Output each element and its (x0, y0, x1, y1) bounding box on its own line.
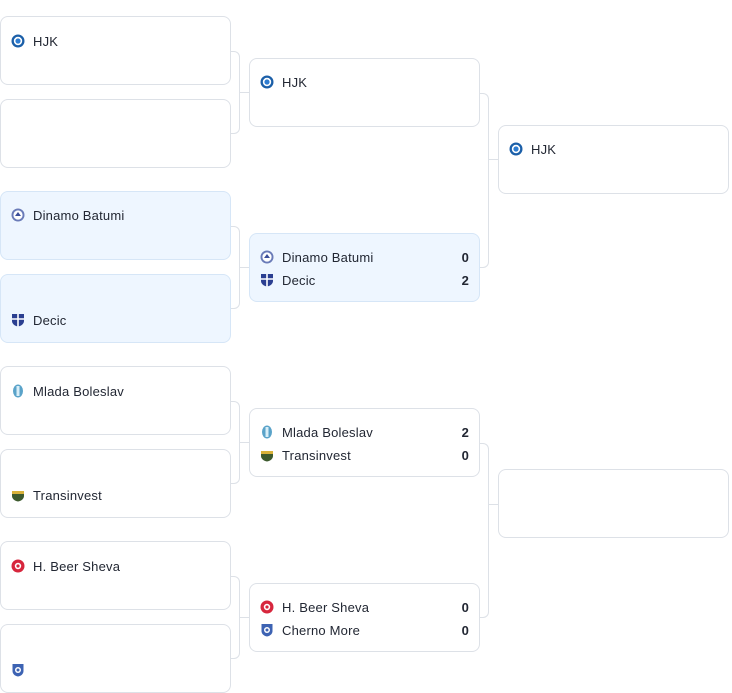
bracket-connector (240, 617, 249, 618)
round3-slot-2[interactable] (498, 469, 729, 538)
bracket-connector (489, 159, 498, 160)
round1-slot-transinvest[interactable]: Transinvest (0, 449, 231, 518)
round3-slot-1[interactable]: HJK (498, 125, 729, 194)
team-name: Dinamo Batumi (282, 249, 374, 265)
bracket-connector (231, 401, 240, 484)
team-name: Transinvest (33, 487, 102, 503)
round1-slot-decic[interactable]: Decic (0, 274, 231, 343)
round2-match-3[interactable]: Mlada Boleslav 2 Transinvest 0 (249, 408, 480, 477)
round1-slot-hjk[interactable]: HJK (0, 16, 231, 85)
team-score: 2 (461, 272, 469, 288)
team-score: 0 (461, 622, 469, 638)
team-row: Mlada Boleslav (11, 382, 220, 400)
decic-logo-icon (11, 313, 25, 327)
bracket-connector (231, 51, 240, 134)
team-score: 2 (461, 424, 469, 440)
bracket-connector (480, 93, 489, 268)
round1-slot-cherno-more[interactable] (0, 624, 231, 693)
team-row (11, 661, 220, 679)
team-score: 0 (461, 249, 469, 265)
beer-sheva-logo-icon (11, 559, 25, 573)
hjk-logo-icon (11, 34, 25, 48)
hjk-logo-icon (260, 75, 274, 89)
team-row: HJK (509, 140, 718, 158)
decic-logo-icon (260, 273, 274, 287)
round1-slot-dinamo-batumi[interactable]: Dinamo Batumi (0, 191, 231, 260)
transinvest-logo-icon (260, 448, 274, 462)
round1-slot-empty[interactable] (0, 99, 231, 168)
team-name: Transinvest (282, 447, 351, 463)
dinamo-batumi-logo-icon (11, 208, 25, 222)
team-score: 0 (461, 599, 469, 615)
team-score: 0 (461, 447, 469, 463)
cherno-more-logo-icon (260, 623, 274, 637)
team-row-away: Transinvest 0 (260, 446, 469, 464)
team-row-away: Cherno More 0 (260, 621, 469, 639)
team-row-home: H. Beer Sheva 0 (260, 598, 469, 616)
round1-slot-mlada-boleslav[interactable]: Mlada Boleslav (0, 366, 231, 435)
mlada-boleslav-logo-icon (260, 425, 274, 439)
bracket-connector (489, 504, 498, 505)
team-name: H. Beer Sheva (282, 599, 370, 615)
bracket-connector (240, 92, 249, 93)
bracket-connector (231, 226, 240, 309)
team-name: HJK (531, 141, 557, 157)
team-name: Cherno More (282, 622, 361, 638)
round2-match-4[interactable]: H. Beer Sheva 0 Cherno More 0 (249, 583, 480, 652)
mlada-boleslav-logo-icon (11, 384, 25, 398)
team-name: H. Beer Sheva (33, 558, 121, 574)
team-row: H. Beer Sheva (11, 557, 220, 575)
cherno-more-logo-icon (11, 663, 25, 677)
hjk-logo-icon (509, 142, 523, 156)
team-name: HJK (282, 74, 308, 90)
bracket-connector (240, 267, 249, 268)
transinvest-logo-icon (11, 488, 25, 502)
team-row-home: Dinamo Batumi 0 (260, 248, 469, 266)
team-name: Decic (282, 272, 316, 288)
team-row-away: Decic 2 (260, 271, 469, 289)
team-name: Decic (33, 312, 67, 328)
team-row: HJK (11, 32, 220, 50)
team-row-home: Mlada Boleslav 2 (260, 423, 469, 441)
team-name: HJK (33, 33, 59, 49)
team-name: Dinamo Batumi (33, 207, 125, 223)
round2-match-2[interactable]: Dinamo Batumi 0 Decic 2 (249, 233, 480, 302)
team-row: Transinvest (11, 486, 220, 504)
team-name: Mlada Boleslav (282, 424, 373, 440)
round1-slot-beer-sheva[interactable]: H. Beer Sheva (0, 541, 231, 610)
team-row: Decic (11, 311, 220, 329)
team-row-home: HJK (260, 73, 469, 91)
round2-match-1[interactable]: HJK (249, 58, 480, 127)
team-name: Mlada Boleslav (33, 383, 124, 399)
bracket-connector (480, 443, 489, 618)
dinamo-batumi-logo-icon (260, 250, 274, 264)
bracket-connector (240, 442, 249, 443)
bracket-connector (231, 576, 240, 659)
beer-sheva-logo-icon (260, 600, 274, 614)
team-row: Dinamo Batumi (11, 206, 220, 224)
